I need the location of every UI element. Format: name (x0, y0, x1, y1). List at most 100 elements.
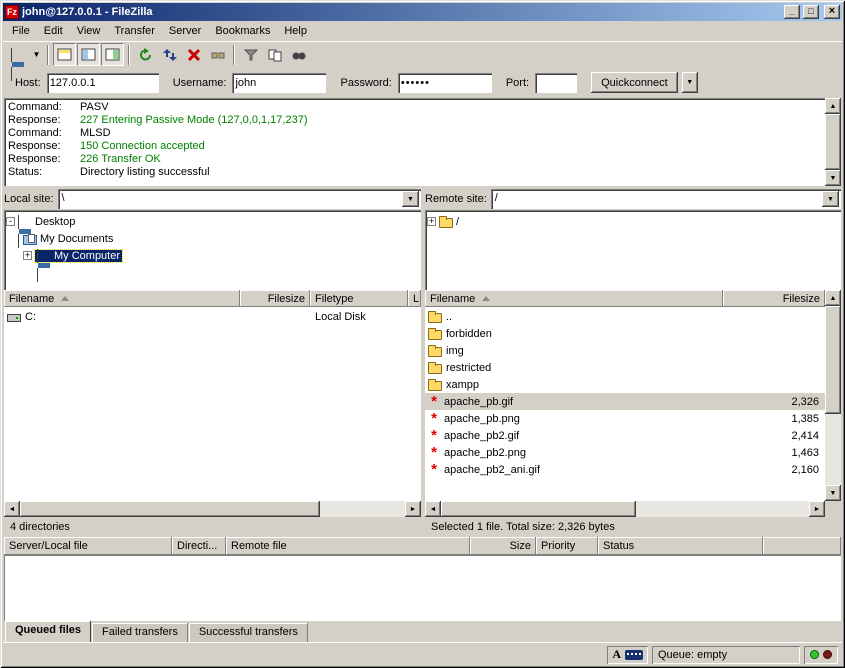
column-header-size[interactable]: Size (470, 537, 536, 555)
toggle-log-button[interactable] (53, 43, 76, 66)
scrollbar-thumb[interactable] (20, 501, 320, 517)
column-header-filesize[interactable]: Filesize (723, 290, 825, 307)
expand-icon[interactable]: + (23, 251, 32, 260)
cancel-button[interactable] (182, 43, 205, 66)
image-file-icon: * (428, 431, 440, 441)
host-label: Host: (15, 77, 41, 89)
scrollbar-track[interactable] (320, 501, 405, 517)
column-header-filename[interactable]: Filename (425, 290, 723, 307)
minimize-button[interactable]: _ (784, 5, 800, 19)
chevron-down-icon[interactable]: ▼ (822, 191, 839, 207)
file-row[interactable]: .. (425, 308, 825, 325)
column-header-filetype[interactable]: Filetype (310, 290, 408, 307)
folder-icon (428, 347, 442, 357)
tree-item-my-computer[interactable]: + My Computer (6, 247, 419, 264)
queue-status-panel: Queue: empty (652, 646, 800, 664)
quickconnect-button[interactable]: Quickconnect (591, 72, 678, 93)
scrollbar-track[interactable] (825, 414, 841, 485)
column-header-priority[interactable]: Priority (536, 537, 598, 555)
scroll-up-icon[interactable]: ▲ (825, 98, 841, 114)
quickconnect-dropdown-button[interactable]: ▼ (682, 72, 698, 93)
toggle-remote-tree-button[interactable] (101, 43, 124, 66)
log-scrollbar[interactable]: ▲ ▼ (825, 98, 841, 186)
tab-successful-transfers[interactable]: Successful transfers (189, 623, 308, 642)
keyboard-icon[interactable] (625, 650, 643, 660)
file-row[interactable]: *apache_pb2.gif2,414 (425, 427, 825, 444)
scroll-left-icon[interactable]: ◄ (425, 501, 441, 517)
ascii-mode-icon[interactable]: A (612, 647, 621, 662)
file-row[interactable]: *apache_pb.png1,385 (425, 410, 825, 427)
scrollbar-track[interactable] (636, 501, 809, 517)
column-header-server-local-file[interactable]: Server/Local file (4, 537, 172, 555)
disconnect-button[interactable] (206, 43, 229, 66)
port-input[interactable] (535, 73, 577, 93)
column-header-status[interactable]: Status (598, 537, 763, 555)
chevron-down-icon[interactable]: ▼ (402, 191, 419, 207)
scroll-right-icon[interactable]: ► (809, 501, 825, 517)
find-button[interactable] (287, 43, 310, 66)
column-header-remote-file[interactable]: Remote file (226, 537, 470, 555)
refresh-icon (138, 47, 154, 63)
column-header-filesize[interactable]: Filesize (240, 290, 310, 307)
compare-button[interactable] (263, 43, 286, 66)
process-queue-button[interactable] (158, 43, 181, 66)
queue-header: Server/Local file Directi... Remote file… (4, 537, 841, 555)
scrollbar-thumb[interactable] (825, 114, 841, 170)
file-row-c-drive[interactable]: C: Local Disk (4, 308, 421, 325)
menu-edit[interactable]: Edit (37, 23, 70, 39)
remote-site-combo[interactable]: / ▼ (491, 189, 841, 209)
refresh-button[interactable] (134, 43, 157, 66)
scroll-right-icon[interactable]: ► (405, 501, 421, 517)
remote-pane: Remote site: / ▼ + / Filename Filesize (425, 188, 841, 535)
column-header-direction[interactable]: Directi... (172, 537, 226, 555)
selected-tree-item[interactable]: My Computer (35, 250, 122, 262)
filter-button[interactable] (239, 43, 262, 66)
remote-horizontal-scrollbar[interactable]: ◄ ► (425, 501, 825, 517)
remote-site-label: Remote site: (425, 193, 487, 205)
tree-item-root[interactable]: + / (427, 213, 839, 230)
scroll-down-icon[interactable]: ▼ (825, 170, 841, 186)
scroll-left-icon[interactable]: ◄ (4, 501, 20, 517)
menu-bookmarks[interactable]: Bookmarks (208, 23, 277, 39)
remote-vertical-scrollbar[interactable]: ▲ ▼ (825, 290, 841, 517)
tree-item-desktop[interactable]: - Desktop (6, 213, 419, 230)
scroll-down-icon[interactable]: ▼ (825, 485, 841, 501)
title-bar[interactable]: Fz john@127.0.0.1 - FileZilla _ □ × (3, 3, 842, 21)
menu-file[interactable]: File (5, 23, 37, 39)
site-manager-dropdown-button[interactable]: ▼ (30, 43, 43, 66)
file-row[interactable]: restricted (425, 359, 825, 376)
file-row[interactable]: *apache_pb2.png1,463 (425, 444, 825, 461)
scroll-up-icon[interactable]: ▲ (825, 290, 841, 306)
menu-transfer[interactable]: Transfer (107, 23, 162, 39)
file-row[interactable]: forbidden (425, 325, 825, 342)
file-row[interactable]: xampp (425, 376, 825, 393)
scrollbar-thumb[interactable] (441, 501, 636, 517)
file-row-selected[interactable]: *apache_pb.gif2,326 (425, 393, 825, 410)
queue-body[interactable] (4, 555, 841, 621)
password-input[interactable] (398, 73, 492, 93)
connection-ok-lamp-icon (810, 650, 819, 659)
host-input[interactable] (47, 73, 159, 93)
file-row[interactable]: img (425, 342, 825, 359)
menu-help[interactable]: Help (277, 23, 314, 39)
tab-queued-files[interactable]: Queued files (5, 621, 91, 642)
column-header-filename[interactable]: Filename (4, 290, 240, 307)
username-input[interactable] (232, 73, 326, 93)
column-header-truncated[interactable]: L (408, 290, 421, 307)
remote-list-header: Filename Filesize (425, 290, 825, 307)
expand-icon[interactable]: + (427, 217, 436, 226)
local-horizontal-scrollbar[interactable]: ◄ ► (4, 501, 421, 517)
collapse-icon[interactable]: - (6, 217, 15, 226)
toggle-local-tree-button[interactable] (77, 43, 100, 66)
menu-view[interactable]: View (70, 23, 108, 39)
local-site-combo[interactable]: \ ▼ (58, 189, 421, 209)
site-manager-button[interactable] (6, 43, 29, 66)
file-row[interactable]: *apache_pb2_ani.gif2,160 (425, 461, 825, 478)
tree-item-my-documents[interactable]: My Documents (6, 230, 419, 247)
maximize-button[interactable]: □ (803, 5, 819, 19)
scrollbar-thumb[interactable] (825, 306, 841, 414)
tab-failed-transfers[interactable]: Failed transfers (92, 623, 188, 642)
menu-server[interactable]: Server (162, 23, 208, 39)
message-log: Command:PASV Response:227 Entering Passi… (4, 98, 841, 186)
close-button[interactable]: × (824, 5, 840, 19)
